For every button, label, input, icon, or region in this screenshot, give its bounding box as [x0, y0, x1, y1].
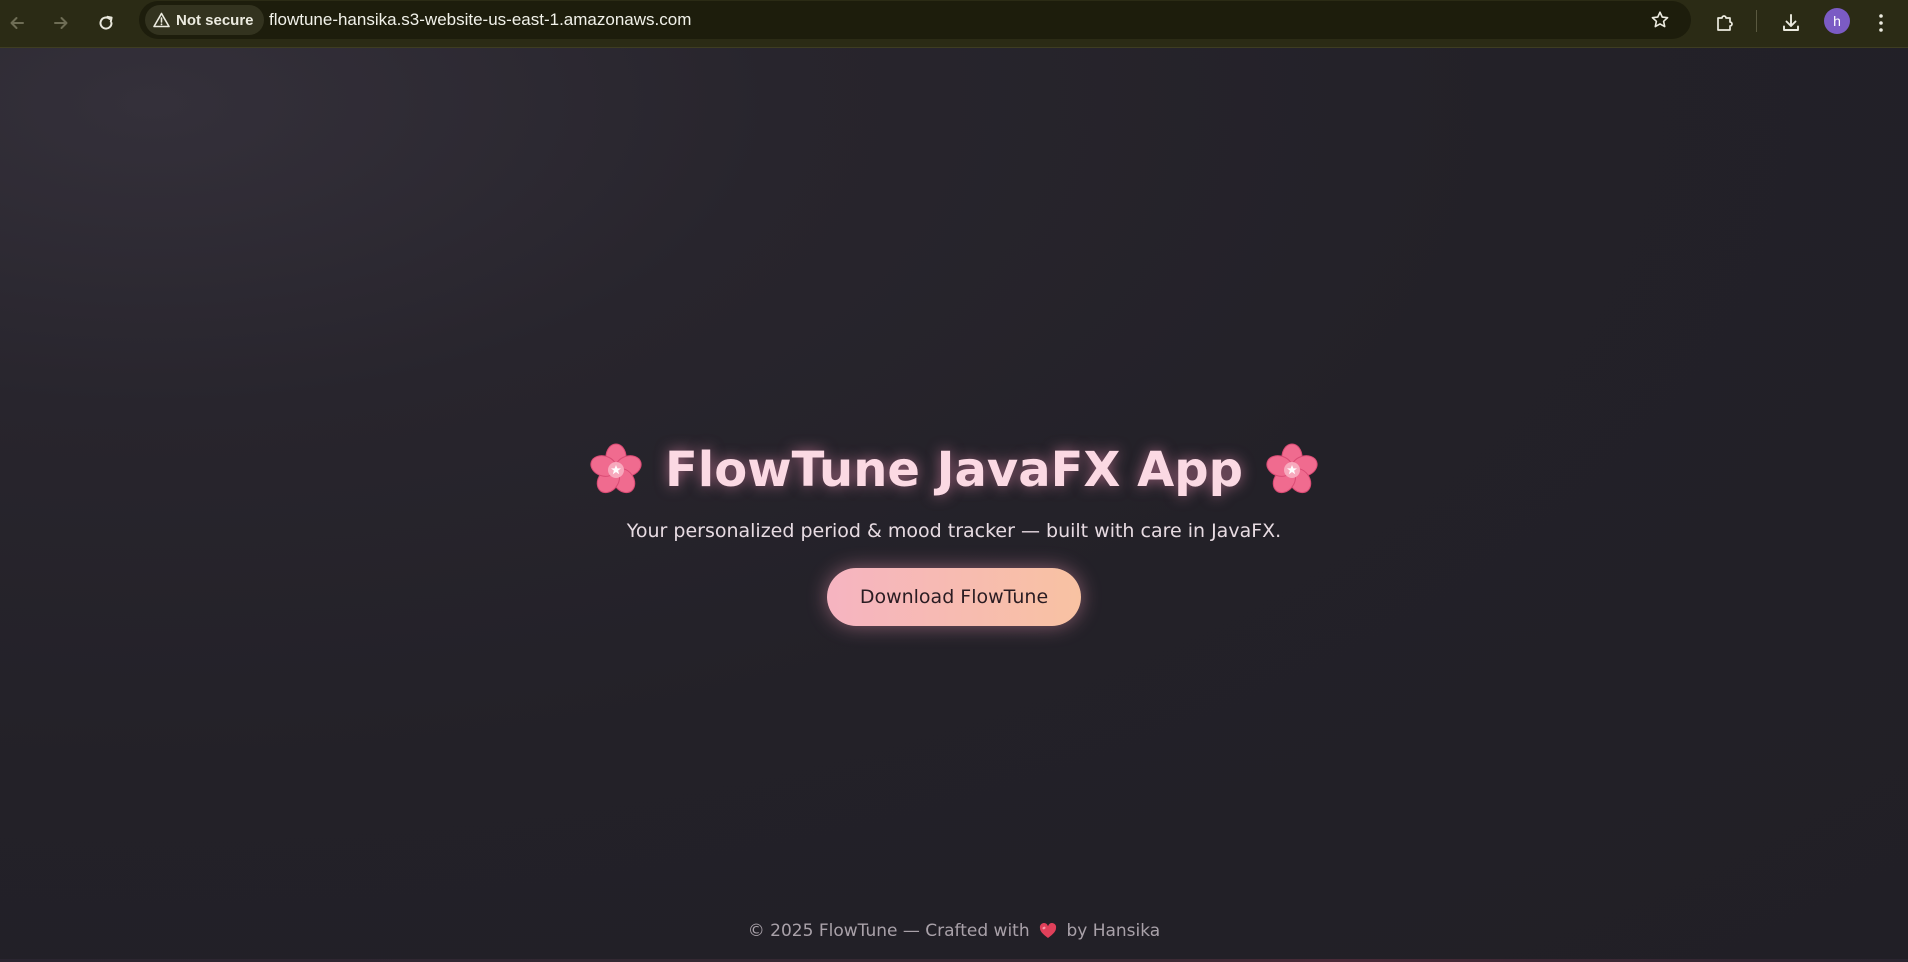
warning-triangle-icon — [153, 12, 170, 28]
arrow-left-icon — [10, 17, 24, 29]
download-icon — [1783, 14, 1799, 31]
footer-text-before: © 2025 FlowTune — Crafted with — [747, 921, 1030, 941]
download-button[interactable]: Download FlowTune — [827, 568, 1081, 626]
footer-text-after: by Hansika — [1066, 921, 1161, 941]
downloads-button[interactable] — [1774, 6, 1808, 40]
browser-toolbar: Not secure flowtune-hansika.s3-website-u… — [0, 0, 1908, 48]
security-label: Not secure — [176, 11, 254, 29]
page-body: FlowTune JavaFX App Your personalized pe… — [0, 48, 1908, 962]
reload-icon — [99, 15, 113, 30]
page-title-text: FlowTune JavaFX App — [665, 442, 1243, 498]
back-button[interactable] — [0, 6, 34, 40]
arrow-right-icon — [54, 17, 68, 29]
puzzle-icon — [1717, 15, 1733, 31]
address-bar[interactable]: Not secure flowtune-hansika.s3-website-u… — [139, 1, 1691, 39]
toolbar-divider — [1756, 10, 1757, 32]
security-indicator[interactable]: Not secure — [145, 5, 264, 35]
bookmark-button[interactable] — [1643, 3, 1677, 37]
cherry-blossom-icon — [1266, 443, 1318, 494]
hero-section: FlowTune JavaFX App Your personalized pe… — [0, 438, 1908, 626]
kebab-menu-icon — [1879, 14, 1883, 32]
cherry-blossom-icon — [590, 443, 642, 494]
forward-button[interactable] — [44, 6, 78, 40]
star-icon — [1651, 11, 1669, 28]
profile-avatar[interactable]: h — [1824, 8, 1850, 34]
reload-button[interactable] — [89, 6, 123, 40]
page-subtitle: Your personalized period & mood tracker … — [626, 520, 1282, 542]
footer: © 2025 FlowTune — Crafted with by Hansik… — [0, 920, 1908, 942]
heart-icon — [1039, 923, 1057, 938]
browser-menu-button[interactable] — [1864, 6, 1898, 40]
url-text[interactable]: flowtune-hansika.s3-website-us-east-1.am… — [269, 1, 691, 39]
extensions-button[interactable] — [1708, 6, 1742, 40]
page-title: FlowTune JavaFX App — [0, 438, 1908, 502]
